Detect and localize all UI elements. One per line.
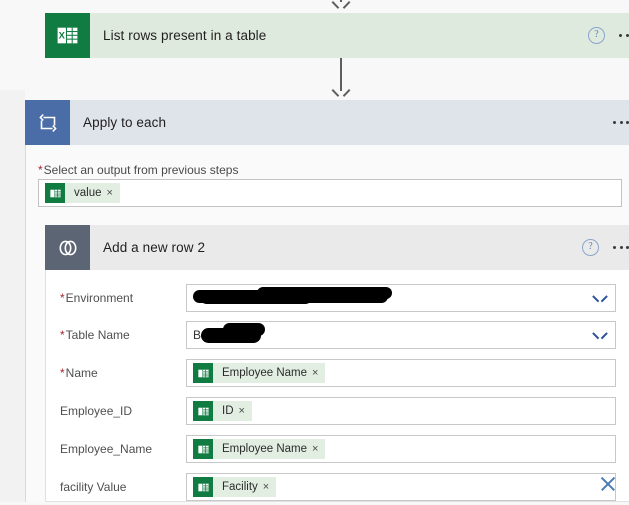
form-row-name: *Name Employee Name × (46, 355, 629, 391)
token-chip-employee-name[interactable]: Employee Name × (193, 363, 326, 383)
excel-icon-small-facility (193, 477, 213, 497)
form-row-employee-id: Employee_ID ID × (46, 393, 629, 429)
help-icon-dataverse[interactable]: ? (582, 239, 599, 256)
form-row-table-name: *Table Name B (46, 317, 629, 353)
action-title-apply-to-each: Apply to each (83, 115, 167, 130)
token-chip-label-employee-name: Employee Name (222, 443, 308, 455)
action-title-list-rows: List rows present in a table (103, 28, 267, 43)
token-chip-label-facility: Facility (222, 481, 258, 493)
token-chip-label: value (74, 187, 102, 199)
label-name-text: Name (65, 366, 98, 380)
action-card-list-rows[interactable]: X List rows present in a table ? (45, 13, 629, 58)
chevron-down-icon-environment[interactable] (594, 292, 606, 304)
label-environment-text: Environment (65, 291, 134, 305)
input-facility-value[interactable]: Facility × (186, 473, 616, 501)
flow-designer-canvas: X List rows present in a table ? Apply t… (0, 0, 629, 502)
dropdown-environment[interactable] (186, 284, 616, 312)
required-asterisk: * (38, 163, 43, 177)
excel-icon-small-name (193, 363, 213, 383)
svg-text:X: X (59, 31, 66, 41)
token-chip-value[interactable]: value × (45, 183, 120, 203)
label-table-name-text: Table Name (65, 328, 130, 342)
dataverse-card-header[interactable]: Add a new row 2 ? (45, 225, 629, 270)
token-remove-icon-name[interactable]: × (312, 367, 325, 379)
loop-header-actions (613, 100, 629, 145)
label-environment: *Environment (46, 291, 186, 305)
connector-arrow-middle (331, 58, 351, 100)
connector-arrow-top (331, 0, 351, 12)
token-remove-icon-id[interactable]: × (239, 405, 252, 417)
token-remove-icon-facility[interactable]: × (263, 481, 276, 493)
redaction-mark-environment-c (201, 294, 311, 304)
chevron-down-icon-table-name[interactable] (594, 329, 606, 341)
action-title-add-new-row: Add a new row 2 (103, 240, 206, 255)
excel-icon-small-id (193, 401, 213, 421)
dataverse-icon (45, 225, 90, 270)
more-commands-icon-dataverse[interactable] (613, 246, 629, 249)
help-icon[interactable]: ? (588, 27, 605, 44)
token-chip-label-id: ID (222, 405, 234, 417)
card-header-actions: ? (588, 13, 629, 58)
required-asterisk-environment: * (60, 291, 65, 305)
dropdown-table-name[interactable]: B (186, 321, 616, 349)
loop-card-header[interactable]: Apply to each (25, 100, 629, 145)
form-row-environment: *Environment (46, 280, 629, 316)
excel-icon-small-employee-name (193, 439, 213, 459)
action-card-apply-to-each[interactable]: Apply to each (25, 100, 629, 145)
input-employee-id[interactable]: ID × (186, 397, 616, 425)
select-output-label: *Select an output from previous steps (38, 163, 238, 177)
excel-icon: X (45, 13, 90, 58)
canvas-left-gutter (0, 90, 25, 502)
required-asterisk-name: * (60, 366, 65, 380)
excel-icon-small (45, 183, 65, 203)
token-chip-label-name: Employee Name (222, 367, 308, 379)
more-commands-icon[interactable] (619, 34, 629, 37)
label-name: *Name (46, 366, 186, 380)
apply-to-each-icon (25, 100, 70, 145)
token-chip-id[interactable]: ID × (193, 401, 252, 421)
input-name[interactable]: Employee Name × (186, 359, 616, 387)
token-chip-facility[interactable]: Facility × (193, 477, 277, 497)
dataverse-header-actions: ? (582, 225, 629, 270)
add-new-row-form: *Environment *Table Name B *Name Employe… (45, 270, 629, 502)
action-card-header[interactable]: X List rows present in a table ? (45, 13, 629, 58)
token-remove-icon[interactable]: × (107, 187, 120, 199)
required-asterisk-table-name: * (60, 328, 65, 342)
action-card-add-new-row[interactable]: Add a new row 2 ? (45, 225, 629, 270)
redaction-mark-table-b (223, 323, 265, 336)
form-row-employee-name: Employee_Name Employee Name × (46, 431, 629, 467)
label-employee-name: Employee_Name (60, 442, 153, 456)
token-chip-employee-name-2[interactable]: Employee Name × (193, 439, 326, 459)
input-employee-name[interactable]: Employee Name × (186, 435, 616, 463)
select-output-label-text: Select an output from previous steps (43, 163, 239, 177)
dropdown-table-name-value: B (193, 328, 202, 342)
token-remove-icon-employee-name[interactable]: × (312, 443, 325, 455)
label-employee-id: Employee_ID (60, 404, 133, 418)
label-table-name: *Table Name (46, 328, 186, 342)
form-row-facility-value: facility Value Facility × (46, 469, 629, 505)
clear-icon[interactable] (597, 473, 619, 495)
more-commands-icon-loop[interactable] (613, 121, 629, 124)
label-facility-value: facility Value (60, 480, 127, 494)
select-output-input[interactable]: value × (38, 179, 622, 207)
